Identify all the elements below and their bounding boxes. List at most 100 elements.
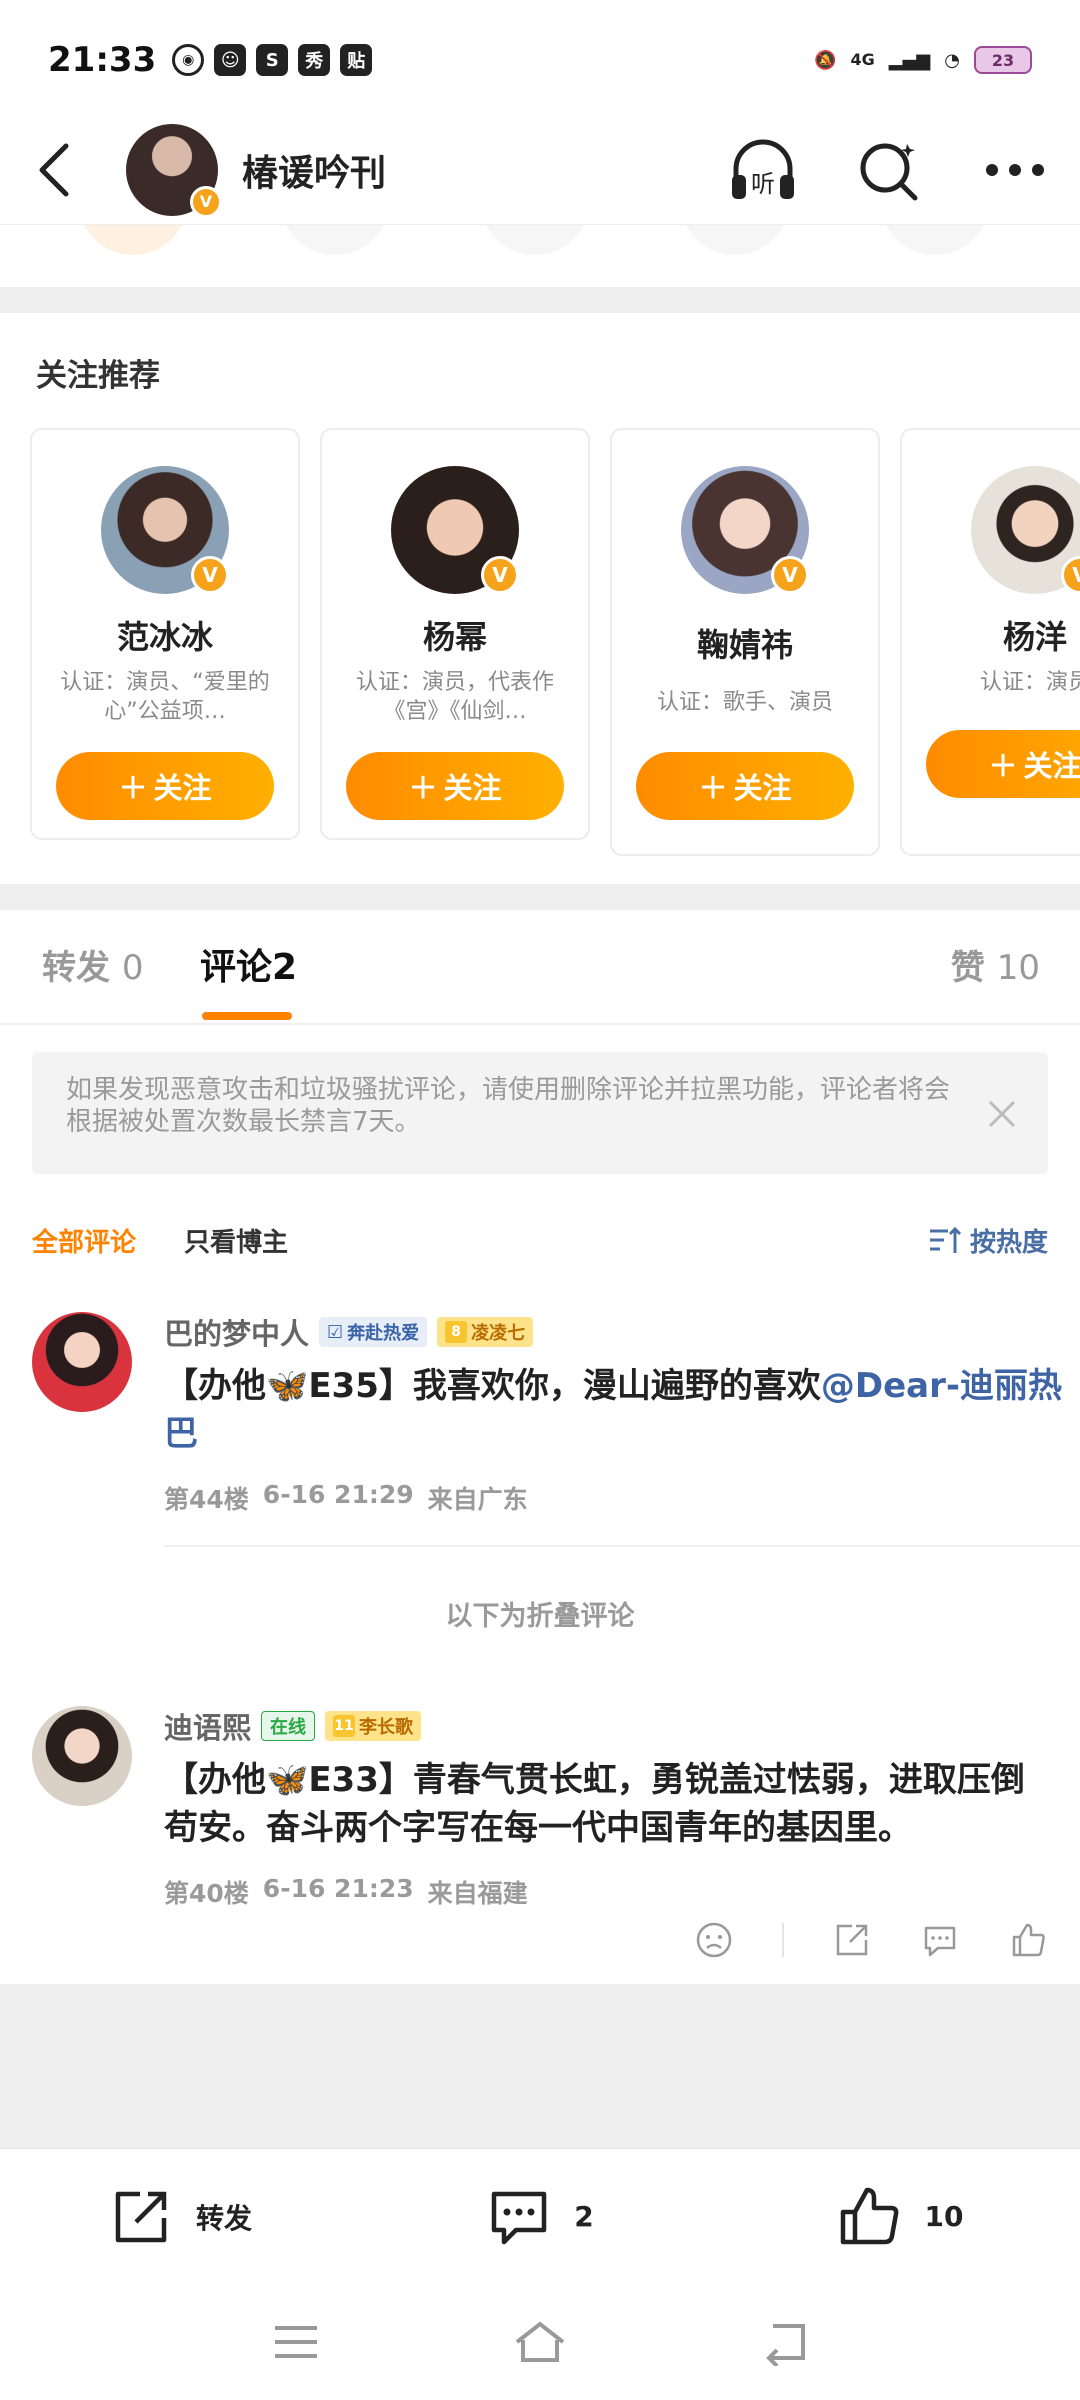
verified-v-icon: V bbox=[190, 185, 222, 218]
xiu-app-icon: 秀 bbox=[298, 44, 331, 76]
comment-filters: 全部评论 只看博主 按热度 bbox=[32, 1220, 1048, 1260]
back-arrow-icon[interactable] bbox=[30, 140, 78, 200]
verified-v-icon: V bbox=[481, 556, 519, 594]
back-nav-icon[interactable] bbox=[757, 2318, 811, 2366]
section-separator bbox=[0, 287, 1080, 313]
recommend-name: 鞠婧祎 bbox=[696, 626, 793, 664]
recommend-title: 关注推荐 bbox=[36, 358, 160, 394]
verified-v-icon: V bbox=[191, 556, 229, 594]
online-tag: 在线 bbox=[261, 1711, 316, 1741]
comment-button[interactable]: 2 bbox=[360, 2184, 720, 2250]
wifi-icon: ◔ bbox=[944, 49, 960, 71]
comment-avatar[interactable] bbox=[32, 1312, 132, 1412]
comment-meta: 第40楼 6-16 21:23 来自福建 bbox=[164, 1874, 528, 1908]
level-tag[interactable]: 11 李长歌 bbox=[325, 1711, 422, 1741]
comment-text: 【办他🦋E33】青春气贯长虹，勇锐盖过怯弱，进取压倒苟安。奋斗两个字写在每一代中… bbox=[164, 1760, 1025, 1848]
follow-button[interactable]: ＋关注 bbox=[346, 752, 564, 820]
recommend-desc: 认证：演员 bbox=[979, 670, 1080, 695]
plus-icon: ＋ bbox=[698, 771, 728, 805]
comment-item[interactable]: 巴的梦中人 ☑ 奔赴热爱 8 凌凌七 【办他🦋E35】我喜欢你，漫山遍野的喜欢@De… bbox=[32, 1311, 1062, 1514]
plus-icon: ＋ bbox=[118, 771, 148, 805]
section-separator bbox=[0, 884, 1080, 910]
plus-icon: ＋ bbox=[408, 771, 438, 805]
recommend-carousel[interactable]: V 范冰冰 认证：演员、“爱里的心”公益项… ＋关注 V 杨幂 认证：演员，代表… bbox=[30, 428, 1080, 868]
verified-v-icon: V bbox=[771, 556, 809, 594]
svg-text:听: 听 bbox=[751, 170, 775, 198]
more-icon[interactable] bbox=[980, 135, 1050, 205]
comment-item[interactable]: 迪语熙 在线 11 李长歌 【办他🦋E33】青春气贯长虹，勇锐盖过怯弱，进取压倒苟… bbox=[32, 1705, 1048, 1958]
tie-app-icon: 贴 bbox=[340, 44, 373, 76]
recommend-card[interactable]: V 杨洋 认证：演员 ＋关注 bbox=[900, 428, 1080, 856]
listen-headphone-icon[interactable]: 听 bbox=[728, 135, 798, 205]
plus-icon: ＋ bbox=[988, 749, 1018, 783]
filter-blogger-only[interactable]: 只看博主 bbox=[184, 1222, 288, 1259]
list-bottom-space bbox=[0, 1986, 1080, 2148]
search-icon[interactable] bbox=[854, 135, 924, 205]
recommend-avatar[interactable]: V bbox=[971, 466, 1080, 594]
s-icon: S bbox=[256, 44, 289, 76]
repost-button[interactable]: 转发 bbox=[0, 2184, 360, 2250]
follow-button[interactable]: ＋关注 bbox=[926, 730, 1080, 798]
top-nav: V 椿谖吟刊 听 bbox=[0, 115, 1080, 225]
comment-text: 【办他🦋E35】我喜欢你，漫山遍野的喜欢@Dear-迪丽热巴 bbox=[164, 1366, 1062, 1454]
like-icon[interactable] bbox=[1008, 1920, 1048, 1960]
home-icon[interactable] bbox=[513, 2318, 567, 2366]
signal-icon: ▂▄▆ bbox=[888, 49, 931, 71]
close-icon[interactable] bbox=[982, 1094, 1022, 1134]
fan-tag[interactable]: ☑ 奔赴热爱 bbox=[319, 1317, 428, 1347]
share-icon[interactable] bbox=[832, 1920, 872, 1960]
battery-icon: 23 bbox=[974, 46, 1032, 74]
follow-button[interactable]: ＋关注 bbox=[56, 752, 274, 820]
follow-button[interactable]: ＋关注 bbox=[636, 752, 854, 820]
tab-like[interactable]: 赞 10 bbox=[951, 940, 1040, 989]
detail-tabs: 转发 0 评论2 赞 10 bbox=[0, 915, 1080, 1025]
scrolled-header-remnant bbox=[0, 225, 1080, 255]
recommend-card[interactable]: V 杨幂 认证：演员，代表作《宫》《仙剑… ＋关注 bbox=[320, 428, 590, 840]
menu-icon[interactable] bbox=[269, 2318, 323, 2366]
recommend-card[interactable]: V 范冰冰 认证：演员、“爱里的心”公益项… ＋关注 bbox=[30, 428, 300, 840]
recommend-desc: 认证：演员，代表作《宫》《仙剑… bbox=[355, 670, 554, 724]
recommend-avatar[interactable]: V bbox=[101, 466, 229, 594]
recommend-card[interactable]: V 鞠婧祎 认证：歌手、演员 ＋关注 bbox=[610, 428, 880, 856]
tab-repost[interactable]: 转发 0 bbox=[42, 940, 143, 989]
check-icon: ☑ bbox=[327, 1321, 344, 1343]
bottom-action-bar: 转发 2 10 bbox=[0, 2148, 1080, 2284]
status-time: 21:33 bbox=[48, 40, 157, 80]
recommend-desc: 认证：歌手、演员 bbox=[656, 690, 833, 715]
comment-meta: 第44楼 6-16 21:29 来自广东 bbox=[164, 1480, 528, 1514]
repost-icon bbox=[115, 2191, 167, 2242]
recommend-name: 杨幂 bbox=[422, 618, 487, 656]
notice-text: 如果发现恶意攻击和垃圾骚扰评论，请使用删除评论并拉黑功能，评论者将会根据被处置次… bbox=[66, 1075, 951, 1137]
system-navigation bbox=[0, 2284, 1080, 2400]
like-button[interactable]: 10 bbox=[720, 2184, 1080, 2250]
filter-all-comments[interactable]: 全部评论 bbox=[32, 1222, 136, 1259]
sort-by-hot-button[interactable]: 按热度 bbox=[928, 1222, 1048, 1259]
recommend-name: 范冰冰 bbox=[116, 618, 213, 656]
recommend-avatar[interactable]: V bbox=[391, 466, 519, 594]
comment-actions bbox=[694, 1920, 1048, 1960]
status-app-icons: ◉ ☺ S 秀 贴 bbox=[172, 44, 373, 76]
reply-icon[interactable] bbox=[920, 1920, 960, 1960]
comment-icon bbox=[492, 2191, 547, 2244]
page-title[interactable]: 椿谖吟刊 bbox=[242, 144, 386, 196]
network-icon: 4G bbox=[850, 50, 875, 69]
comment-avatar[interactable] bbox=[32, 1706, 132, 1806]
comment-username[interactable]: 巴的梦中人 bbox=[164, 1311, 309, 1353]
recommend-name: 杨洋 bbox=[1002, 618, 1067, 656]
comment-username[interactable]: 迪语熙 bbox=[164, 1705, 251, 1747]
tab-comment[interactable]: 评论2 bbox=[200, 938, 297, 990]
recommend-desc: 认证：演员、“爱里的心”公益项… bbox=[60, 670, 270, 724]
sort-icon bbox=[929, 1226, 962, 1253]
folded-comments-label: 以下为折叠评论 bbox=[445, 1601, 635, 1632]
weibo-icon: ◉ bbox=[172, 44, 205, 76]
status-bar: 21:33 ◉ ☺ S 秀 贴 🔕 4G ▂▄▆ ◔ 23 bbox=[0, 0, 1080, 120]
thumbs-up-icon bbox=[840, 2187, 898, 2244]
dislike-face-icon[interactable] bbox=[694, 1920, 734, 1960]
comment-notice: 如果发现恶意攻击和垃圾骚扰评论，请使用删除评论并拉黑功能，评论者将会根据被处置次… bbox=[32, 1052, 1048, 1174]
active-tab-indicator bbox=[202, 1012, 292, 1020]
level-tag[interactable]: 8 凌凌七 bbox=[437, 1317, 534, 1347]
blogger-avatar[interactable]: V bbox=[126, 123, 222, 218]
comment-divider bbox=[164, 1545, 1080, 1547]
mute-icon: 🔕 bbox=[814, 49, 837, 71]
recommend-avatar[interactable]: V bbox=[681, 466, 809, 594]
